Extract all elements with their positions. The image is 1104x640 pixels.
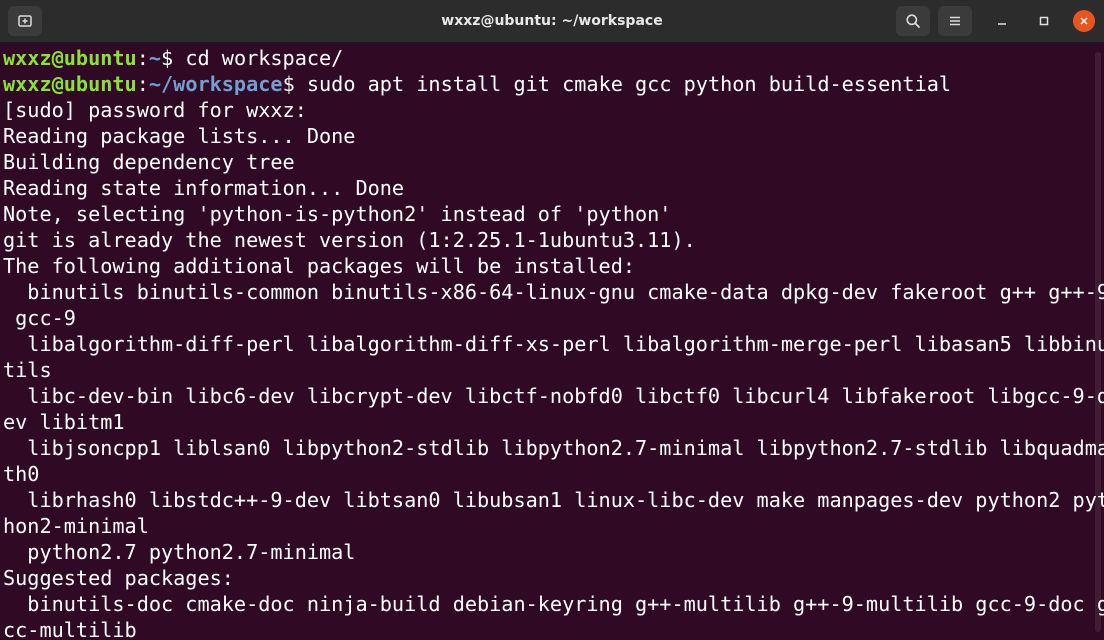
output-line: python2.7 python2.7-minimal: [3, 540, 356, 564]
output-line: Suggested packages:: [3, 566, 234, 590]
prompt-line: wxxz@ubuntu:~$ cd workspace/: [3, 45, 1104, 71]
prompt-symbol: $: [282, 72, 295, 96]
prompt-path: ~/workspace: [148, 72, 283, 96]
output-line: Reading package lists... Done: [3, 124, 356, 148]
maximize-icon: [1039, 16, 1049, 26]
output-line: [sudo] password for wxxz:: [3, 98, 307, 122]
scrollbar[interactable]: [1095, 52, 1101, 632]
output-line: binutils binutils-common binutils-x86-64…: [3, 280, 1104, 304]
terminal-output-area[interactable]: wxxz@ubuntu:~$ cd workspace/ wxxz@ubuntu…: [0, 43, 1104, 640]
output-line: The following additional packages will b…: [3, 254, 636, 278]
close-button[interactable]: [1073, 10, 1095, 32]
output-line: librhash0 libstdc++-9-dev libtsan0 libub…: [3, 488, 1104, 512]
output-line: Building dependency tree: [3, 150, 295, 174]
output-line: libjsoncpp1 liblsan0 libpython2-stdlib l…: [3, 436, 1104, 460]
output-line: hon2-minimal: [3, 514, 149, 538]
search-icon: [906, 14, 920, 28]
output-line: git is already the newest version (1:2.2…: [3, 228, 696, 252]
prompt-user: wxxz@ubuntu: [3, 72, 137, 96]
search-button[interactable]: [896, 6, 930, 36]
command-text: cd workspace/: [173, 46, 344, 70]
command-text: sudo apt install git cmake gcc python bu…: [294, 72, 952, 96]
new-tab-icon: [18, 15, 32, 27]
prompt-user: wxxz@ubuntu: [3, 46, 137, 70]
menu-button[interactable]: [938, 6, 972, 36]
output-line: binutils-doc cmake-doc ninja-build debia…: [3, 592, 1104, 616]
output-line: ev libitm1: [3, 410, 125, 434]
prompt-path: ~: [148, 46, 162, 70]
close-icon: [1080, 17, 1088, 25]
prompt-colon: :: [136, 46, 149, 70]
output-line: tils: [3, 358, 52, 382]
new-tab-button[interactable]: [8, 6, 42, 36]
maximize-button[interactable]: [1033, 10, 1055, 32]
output-line: libalgorithm-diff-perl libalgorithm-diff…: [3, 332, 1104, 356]
prompt-line: wxxz@ubuntu:~/workspace$ sudo apt instal…: [3, 71, 1104, 97]
output-line: gcc-9: [3, 306, 76, 330]
hamburger-menu-icon: [950, 16, 960, 26]
title-bar[interactable]: wxxz@ubuntu: ~/workspace: [0, 0, 1104, 43]
prompt-colon: :: [136, 72, 149, 96]
minimize-icon: [998, 23, 1006, 25]
output-line: cc-multilib: [3, 618, 137, 640]
output-line: th0: [3, 462, 40, 486]
minimize-button[interactable]: [991, 10, 1013, 32]
output-line: Reading state information... Done: [3, 176, 405, 200]
output-line: Note, selecting 'python-is-python2' inst…: [3, 202, 672, 226]
terminal-window: wxxz@ubuntu: ~/workspace wxxz@ubuntu:~$ …: [0, 0, 1104, 640]
prompt-symbol: $: [161, 46, 174, 70]
output-line: libc-dev-bin libc6-dev libcrypt-dev libc…: [3, 384, 1104, 408]
